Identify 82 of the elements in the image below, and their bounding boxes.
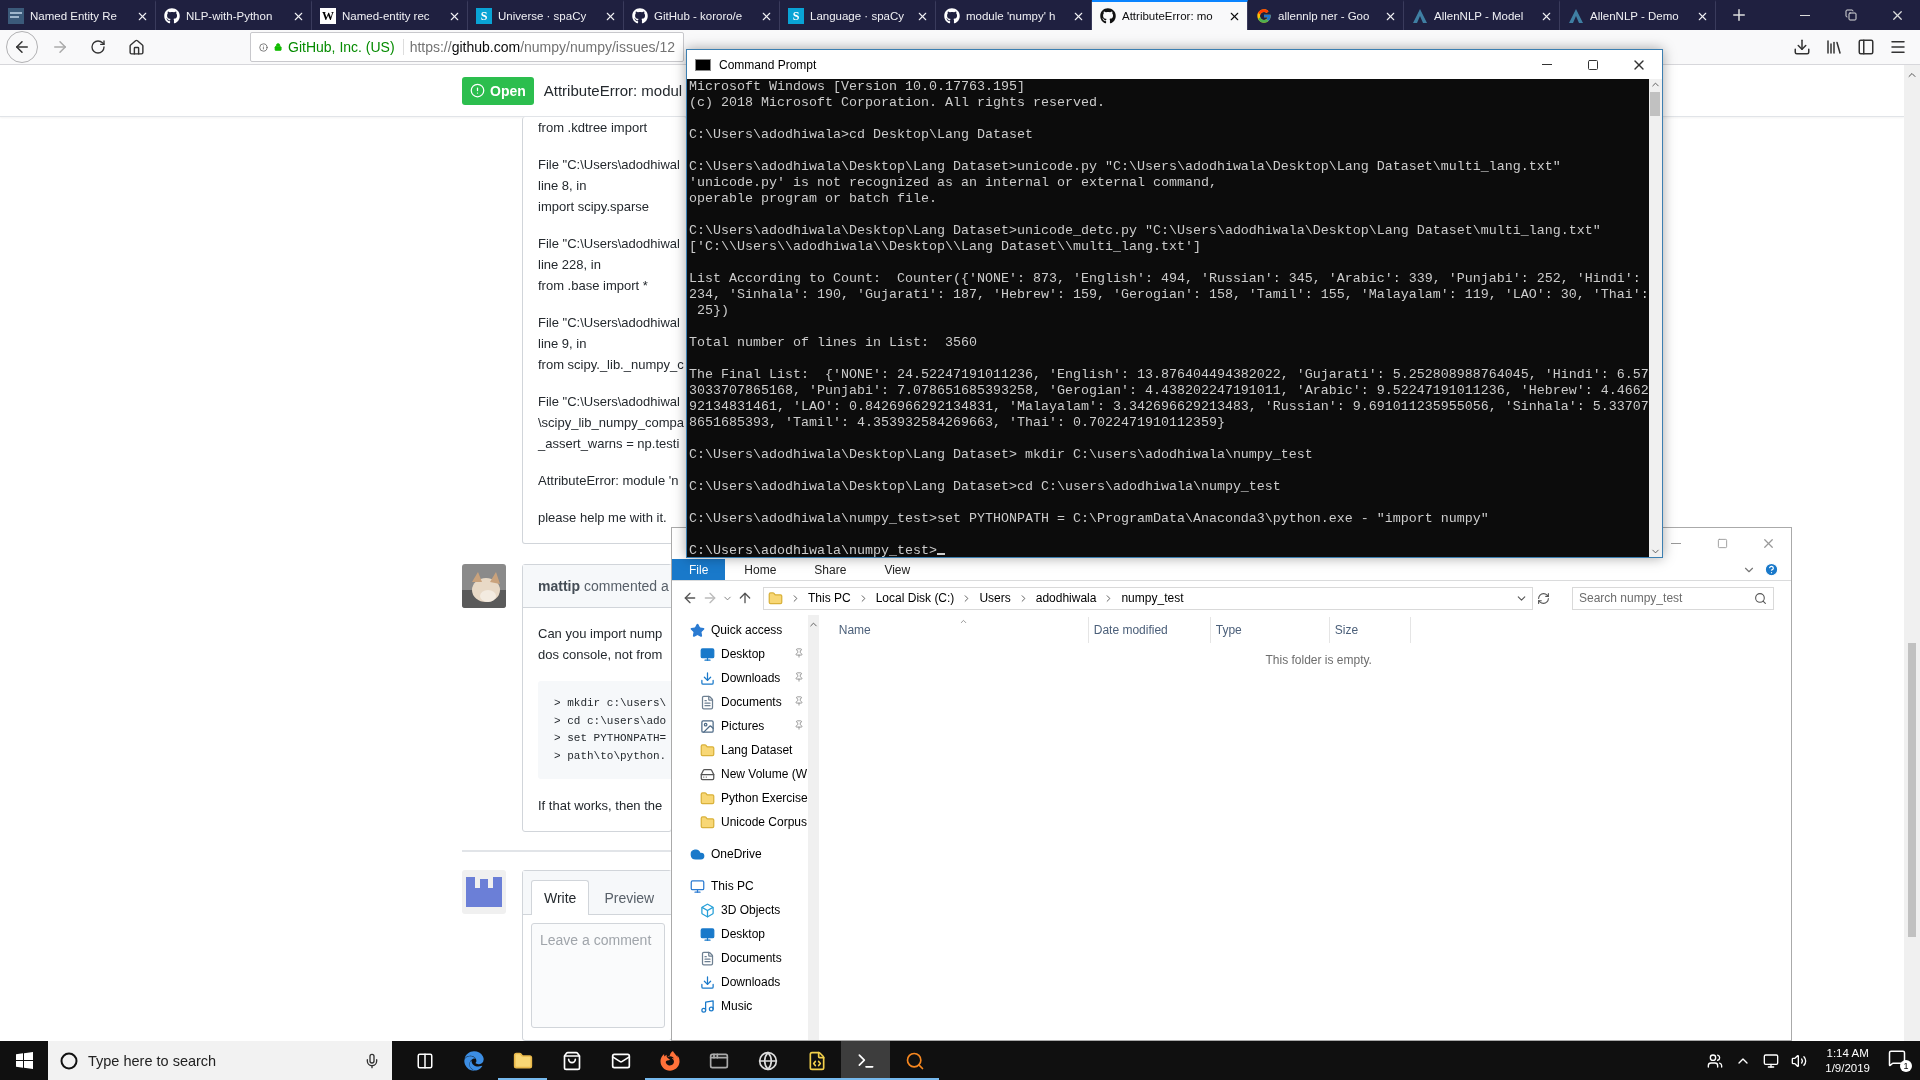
notification-button[interactable]: 1 — [1888, 1049, 1912, 1072]
nav-item[interactable]: This PC — [672, 874, 808, 898]
console-line: C:\Users\adodhiwala\numpy_test>set PYTHONPATH = C:\ProgramData\Anaconda3\python.exe - "import numpy" — [689, 511, 1490, 527]
comment-text: from .base import * — [538, 277, 648, 295]
console-line: (c) 2018 Microsoft Corporation. All rights reserved. — [689, 95, 1106, 111]
comment-text: Can you import nump — [538, 625, 663, 643]
comment-text: from .kdtree import — [538, 119, 648, 137]
comment-text: AttributeError: module 'n — [538, 472, 679, 490]
console-line: C:\Users\adodhiwala\Desktop\Lang Dataset>unicode_detc.py "C:\Users\adodhiwala\Desktop\Lang Dataset\multi_lang.txt" — [689, 223, 1602, 239]
console-line: 234, 'Sinhala': 190, 'Gujarati': 187, 'Hebrew': 159, 'Gerogian': 158, 'Tamil': 155, 'Malayalam': 119, 'LAO': 30, 'Thai': — [689, 287, 1649, 303]
search-field[interactable]: Search numpy_test — [1572, 586, 1774, 610]
comment-text: line 228, in — [538, 256, 601, 274]
nav-item[interactable]: Documents — [672, 946, 808, 970]
nav-item[interactable]: OneDrive — [672, 842, 808, 866]
console-line: 25}) — [696, 303, 730, 319]
column-header[interactable]: Type — [1210, 617, 1330, 643]
url-text: https://github.com/numpy/numpy/issues/12 — [409, 39, 675, 55]
console-line: C:\Users\adodhiwala\Desktop\Lang Dataset>unicode.py "C:\Users\adodhiwala\Desktop\Lang Dataset\multi_lang.txt" — [689, 159, 1562, 175]
breadcrumb-item[interactable]: adodhiwala — [1035, 591, 1097, 605]
site-icon: S — [476, 8, 492, 24]
site-icon: S — [788, 8, 804, 24]
comment-text: File "C:\Users\adodhiwal — [538, 156, 680, 174]
nav-item[interactable]: 3D Objects — [672, 898, 808, 922]
console-line: operable program or batch file. — [689, 191, 938, 207]
console-line: C:\Users\adodhiwala\Desktop\Lang Dataset> mkdir C:\users\adodhiwala\numpy_test — [689, 447, 1314, 463]
editor-tab[interactable]: Preview — [591, 880, 668, 915]
comment-text: please help me with it. — [538, 509, 667, 527]
comment-field[interactable]: Leave a comment — [531, 923, 665, 1028]
nav-item[interactable]: Desktop — [672, 922, 808, 946]
comment-text: dos console, not from — [538, 646, 663, 664]
site-icon: W — [320, 8, 336, 24]
comment-text: File "C:\Users\adodhiwal — [538, 393, 680, 411]
breadcrumb-item[interactable]: This PC — [808, 591, 851, 605]
nav-item[interactable]: Downloads — [672, 970, 808, 994]
console-line: C:\Users\adodhiwala\Desktop\Lang Dataset>cd C:\users\adodhiwala\numpy_test — [689, 479, 1282, 495]
comment-text: from scipy._lib._numpy_c — [538, 356, 684, 374]
console-line: ['C:\\Users\\adodhiwala\\Desktop\\Lang Dataset\\multi_lang.txt'] — [689, 239, 1202, 255]
comment-text: line 8, in — [538, 177, 587, 195]
console-line: Microsoft Windows [Version 10.0.17763.195] — [689, 79, 1026, 95]
column-header[interactable]: Date modified — [1088, 617, 1211, 643]
comment-text: \scipy_lib_numpy_compa — [538, 414, 684, 432]
breadcrumb-item[interactable]: Local Disk (C:) — [875, 591, 955, 605]
console-prompt: C:\Users\adodhiwala\numpy_test> — [689, 543, 937, 557]
status-badge: Open — [462, 76, 534, 105]
comment-author[interactable]: mattip — [538, 578, 580, 594]
nav-item[interactable]: Music — [672, 994, 808, 1018]
search-field[interactable]: Type here to search — [48, 1041, 392, 1080]
nav-item[interactable]: Quick access — [672, 618, 808, 642]
console-line: 92134831461, 'LAO': 0.8426966292134831, 'Malayalam': 3.342696629213483, 'Russian': 9.691011235955056, 'Sinhala': 5.33707 — [689, 399, 1649, 415]
comment-text: line 9, in — [538, 335, 587, 353]
nav-item[interactable]: Python Exercise — [672, 786, 808, 810]
address-bar[interactable]: This PC Local Disk (C:) Users adodhiwala numpy_test — [763, 586, 1533, 610]
nav-item[interactable]: Desktop — [672, 642, 808, 666]
comment-text: _assert_warns = np.testi — [538, 435, 680, 453]
console-line: C:\Users\adodhiwala>cd Desktop\Lang Dataset — [689, 127, 1034, 143]
console-line: List According to Count: Counter({'NONE': 873, 'English': 494, 'Russian': 345, 'Arabic': 339, 'Punjabi': 252, 'Hindi': — [689, 271, 1642, 287]
ribbon-tab[interactable]: Home — [725, 559, 796, 580]
breadcrumb-item[interactable]: Users — [979, 591, 1011, 605]
comment-text: File "C:\Users\adodhiwal — [538, 235, 680, 253]
issue-title: AttributeError: modul — [543, 82, 683, 99]
comment-text: If that works, then the — [538, 797, 663, 815]
ribbon-tab[interactable]: Share — [795, 559, 866, 580]
browser-tab[interactable]: AttributeError: mo — [1092, 0, 1248, 30]
ribbon-tab[interactable]: View — [865, 559, 930, 580]
console-line: 'unicode.py' is not recognized as an internal or external command, — [689, 175, 1218, 191]
console-line: 8651685393, 'Tamil': 4.353932584269663, 'Thai': 0.7022471910112359} — [689, 415, 1226, 431]
site-identity: GitHub, Inc. (US) — [288, 39, 404, 55]
editor-tab[interactable]: Write — [531, 880, 590, 915]
breadcrumb-item[interactable]: numpy_test — [1121, 591, 1184, 605]
empty-message: This folder is empty. — [1264, 653, 1373, 667]
column-header[interactable]: Size — [1329, 617, 1411, 643]
comment-meta: commented a — [584, 578, 669, 594]
comment-text: File "C:\Users\adodhiwal — [538, 314, 680, 332]
comment-text: import scipy.sparse — [538, 198, 649, 216]
address-bar[interactable]: GitHub, Inc. (US) https://github.com/numpy/numpy/issues/12 — [250, 32, 684, 62]
clock[interactable]: 1:14 AM 1/9/2019 — [1819, 1045, 1876, 1076]
nav-item[interactable]: Unicode Corpus — [672, 810, 808, 834]
column-header[interactable]: Name — [833, 617, 1089, 643]
console-line: The Final List: {'NONE': 24.52247191011236, 'English': 13.876404494382022, 'Gujarati': 5.252808988764045, 'Hindi': 6.57 — [689, 367, 1649, 383]
window-title: Command Prompt — [719, 57, 817, 72]
console-line: Total number of lines in List: 3560 — [689, 335, 978, 351]
console-line: 3033707865168, 'Punjabi': 7.078651685393258, 'Gerogian': 4.438202247191011, 'Arabic': 9.52247191011236, 'Hebrew': 4.4662 — [689, 383, 1649, 399]
